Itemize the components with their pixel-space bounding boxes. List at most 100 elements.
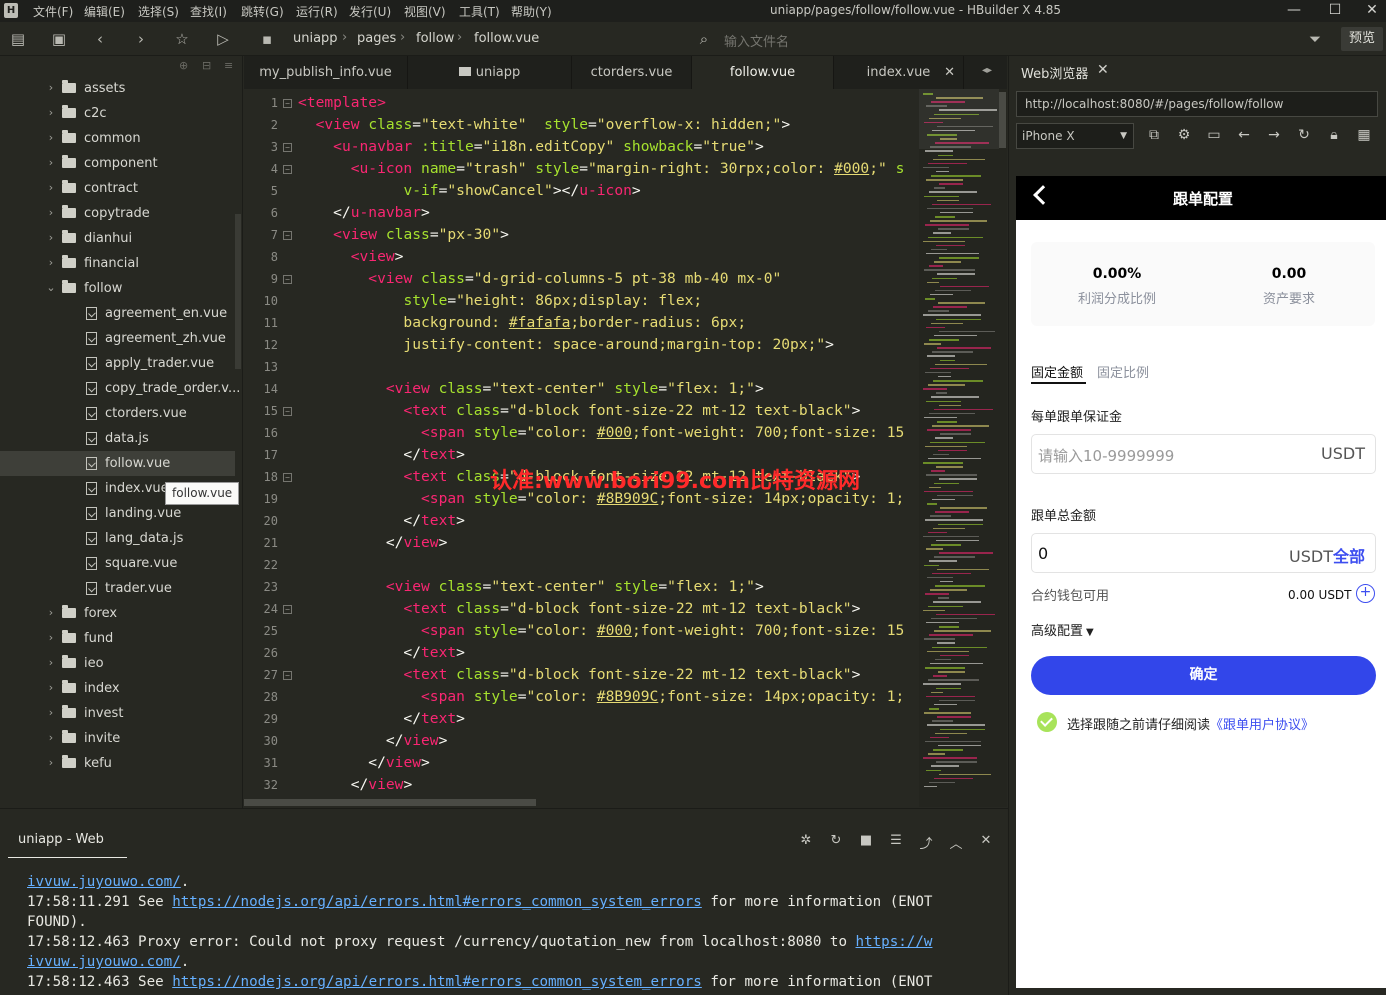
- open-external-icon[interactable]: ⧉: [1146, 127, 1162, 143]
- url-input[interactable]: http://localhost:8080/#/pages/follow/fol…: [1016, 91, 1378, 117]
- chevron-right-icon[interactable]: ›: [45, 106, 57, 119]
- menu-tools[interactable]: 工具(T): [459, 3, 500, 20]
- menu-find[interactable]: 查找(I): [190, 3, 227, 20]
- tree-folder[interactable]: › fund: [0, 626, 235, 651]
- run-icon[interactable]: ▷: [214, 30, 232, 48]
- tree-file[interactable]: agreement_zh.vue: [0, 326, 235, 351]
- fold-icon[interactable]: −: [283, 231, 292, 240]
- forward-arrow-icon[interactable]: →: [1266, 127, 1282, 143]
- chevron-right-icon[interactable]: ›: [45, 81, 57, 94]
- tree-file[interactable]: ctorders.vue: [0, 401, 235, 426]
- chevron-right-icon[interactable]: ›: [45, 606, 57, 619]
- advanced-config[interactable]: 高级配置 ▼: [1031, 620, 1094, 639]
- tab-scroll-icon[interactable]: ◂▸: [982, 65, 992, 76]
- tree-folder[interactable]: ⌄ follow: [0, 276, 235, 301]
- back-icon[interactable]: ‹: [91, 30, 109, 48]
- breadcrumb-project[interactable]: uniapp: [293, 31, 338, 46]
- menu-icon[interactable]: ≡: [224, 59, 233, 72]
- tree-folder[interactable]: › common: [0, 126, 235, 151]
- tree-folder[interactable]: › dianhui: [0, 226, 235, 251]
- fold-icon[interactable]: −: [283, 165, 292, 174]
- tree-file[interactable]: trader.vue: [0, 576, 235, 601]
- tab-follow[interactable]: follow.vue: [692, 56, 834, 89]
- chevron-right-icon[interactable]: ›: [45, 756, 57, 769]
- fold-icon[interactable]: −: [283, 605, 292, 614]
- tree-folder[interactable]: › invite: [0, 726, 235, 751]
- minimap-viewport[interactable]: [919, 89, 999, 149]
- close-panel-icon[interactable]: ✕: [977, 833, 995, 851]
- tab-index[interactable]: index.vue ✕: [834, 56, 964, 89]
- tree-file[interactable]: square.vue: [0, 551, 235, 576]
- chevron-right-icon[interactable]: ›: [45, 181, 57, 194]
- console-icon[interactable]: ▭: [1206, 127, 1222, 143]
- back-arrow-icon[interactable]: ←: [1236, 127, 1252, 143]
- console-link[interactable]: ivvuw.juyouwo.com/: [27, 874, 181, 890]
- debug-icon[interactable]: ✲: [797, 833, 815, 851]
- total-input[interactable]: 0 USDT全部: [1031, 533, 1376, 573]
- fold-icon[interactable]: −: [283, 143, 292, 152]
- chevron-right-icon[interactable]: ›: [45, 631, 57, 644]
- tree-file[interactable]: apply_trader.vue: [0, 351, 235, 376]
- tree-folder[interactable]: › invest: [0, 701, 235, 726]
- tree-folder[interactable]: › forex: [0, 601, 235, 626]
- tree-folder[interactable]: › financial: [0, 251, 235, 276]
- chevron-right-icon[interactable]: ›: [45, 206, 57, 219]
- grid-icon[interactable]: ▦: [1356, 127, 1372, 143]
- chevron-right-icon[interactable]: ›: [45, 156, 57, 169]
- menu-help[interactable]: 帮助(Y): [511, 3, 552, 20]
- tree-file[interactable]: lang_data.js: [0, 526, 235, 551]
- tree-folder[interactable]: › kefu: [0, 751, 235, 776]
- breadcrumb-file[interactable]: follow.vue: [474, 31, 539, 46]
- console-link[interactable]: https://nodejs.org/api/errors.html#error…: [172, 974, 702, 990]
- all-button[interactable]: 全部: [1333, 547, 1365, 566]
- settings-icon[interactable]: ⚙: [1176, 127, 1192, 143]
- menu-view[interactable]: 视图(V): [404, 3, 446, 20]
- fold-icon[interactable]: −: [283, 407, 292, 416]
- fold-icon[interactable]: −: [283, 473, 292, 482]
- tree-folder[interactable]: › copytrade: [0, 201, 235, 226]
- menu-publish[interactable]: 发行(U): [349, 3, 391, 20]
- save-icon[interactable]: ▣: [50, 30, 68, 48]
- tab-fixed-amount[interactable]: 固定金额: [1031, 362, 1083, 381]
- tab-uniapp[interactable]: uniapp: [408, 56, 572, 89]
- editor-horizontal-scrollbar[interactable]: [244, 799, 536, 806]
- tab-my-publish-info[interactable]: my_publish_info.vue: [244, 56, 408, 89]
- breadcrumb-follow[interactable]: follow: [416, 31, 454, 46]
- tree-folder[interactable]: › assets: [0, 76, 235, 101]
- editor-vertical-scrollbar[interactable]: [999, 92, 1006, 148]
- console-tab[interactable]: uniapp - Web: [8, 832, 127, 858]
- confirm-button[interactable]: 确定: [1031, 656, 1376, 695]
- plus-icon[interactable]: +: [1356, 584, 1375, 603]
- lock-icon[interactable]: 🔒︎: [1326, 127, 1342, 143]
- agreement-link[interactable]: 《跟单用户协议》: [1210, 718, 1314, 733]
- console-link[interactable]: https://w: [856, 934, 933, 950]
- tab-ctorders[interactable]: ctorders.vue: [572, 56, 692, 89]
- chevron-down-icon[interactable]: ⌄: [45, 281, 57, 294]
- preview-button[interactable]: 预览: [1341, 27, 1383, 51]
- fold-icon[interactable]: −: [283, 275, 292, 284]
- fold-icon[interactable]: −: [283, 99, 292, 108]
- fold-icon[interactable]: −: [283, 671, 292, 680]
- stop-icon[interactable]: ■: [857, 833, 875, 851]
- chevron-right-icon[interactable]: ›: [45, 256, 57, 269]
- chevron-right-icon[interactable]: ›: [45, 731, 57, 744]
- minimap[interactable]: [919, 89, 1007, 807]
- menu-select[interactable]: 选择(S): [138, 3, 179, 20]
- maximize-panel-icon[interactable]: ︿: [947, 833, 965, 852]
- tree-folder[interactable]: › c2c: [0, 101, 235, 126]
- chevron-right-icon[interactable]: ›: [45, 231, 57, 244]
- minimize-icon[interactable]: —: [1284, 2, 1304, 18]
- code-editor[interactable]: 1− <template> 2 <view class="text-white" s…: [244, 89, 919, 797]
- refresh-icon[interactable]: ↻: [1296, 127, 1312, 143]
- new-file-icon[interactable]: ▤: [9, 30, 27, 48]
- menu-run[interactable]: 运行(R): [296, 3, 338, 20]
- tree-file[interactable]: copy_trade_order.v...: [0, 376, 240, 401]
- close-browser-icon[interactable]: ✕: [1097, 62, 1109, 78]
- clear-filter-icon[interactable]: ☰: [887, 833, 905, 851]
- breadcrumb-pages[interactable]: pages: [357, 31, 396, 46]
- agree-checkbox[interactable]: [1037, 712, 1057, 732]
- tree-file[interactable]: agreement_en.vue: [0, 301, 235, 326]
- tree-file[interactable]: follow.vue: [0, 451, 235, 476]
- close-icon[interactable]: ✕: [1362, 2, 1382, 18]
- tree-file[interactable]: data.js: [0, 426, 235, 451]
